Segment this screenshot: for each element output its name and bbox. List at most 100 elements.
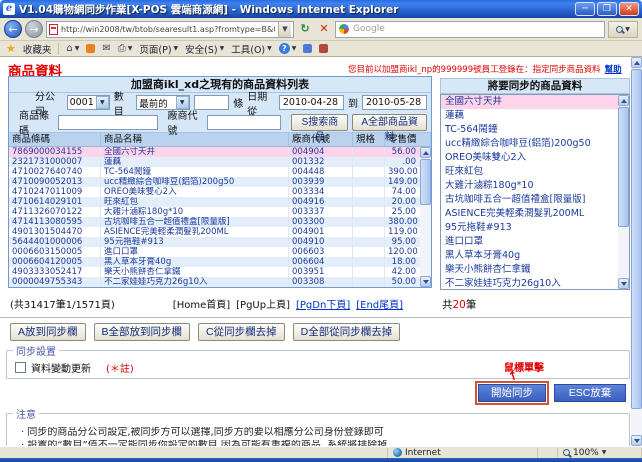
vendor-input[interactable]	[207, 115, 282, 130]
menu-page[interactable]: 页面(P)▼	[139, 42, 178, 56]
table-row[interactable]: 2321731000007蓮藕001332.00	[9, 157, 431, 167]
sync-list-item[interactable]: 95元拖鞋#913	[441, 221, 618, 235]
table-cell: 樂天小熊餅杏仁拿鐵	[101, 267, 289, 277]
table-row[interactable]: 0000049755343不二家娃娃巧克力26g10入00330850.00	[9, 277, 431, 287]
menu-safety[interactable]: 安全(S)▼	[185, 42, 224, 56]
table-cell: 古坑咖啡五合一超值禮盒[限量版]	[101, 217, 289, 227]
sync-list-item[interactable]: 不二家娃娃巧克力26g10入	[441, 277, 618, 290]
maximize-button[interactable]: ❐	[597, 2, 617, 16]
table-row[interactable]: 4901301504470ASIENCE完美輕柔潤髮乳200ML00490111…	[9, 227, 431, 237]
table-row[interactable]: 4903333052417樂天小熊餅杏仁拿鐵00395142.00	[9, 267, 431, 277]
page-scrollbar[interactable]	[631, 57, 642, 446]
search-dropdown-icon[interactable]: ▼	[625, 26, 630, 33]
table-cell	[353, 177, 385, 187]
filter-row-1: 分公司 0001▼ 數目 最前的▼ 條 日期從 2010-04-28 到 201…	[9, 93, 431, 112]
chevron-down-icon[interactable]: ▼	[96, 96, 109, 109]
sync-list[interactable]: 全國六寸天井蓮藕TC-564鬧鐘ucc精緻綜合咖啡豆(鋁箔)200g50OREO…	[440, 94, 630, 290]
search-button[interactable]: ▼	[608, 21, 638, 38]
table-cell: 旺來紅包	[101, 197, 289, 207]
zoom-dropdown-icon[interactable]: ▼	[602, 449, 607, 456]
page-end-link[interactable]: [End尾頁]	[356, 296, 403, 311]
sync-list-item[interactable]: OREO美味雙心2入	[441, 151, 618, 165]
table-cell: 004916	[289, 197, 353, 207]
date-to-input[interactable]: 2010-05-28	[362, 95, 427, 110]
sync-list-item[interactable]: 蓮藕	[441, 109, 618, 123]
sync-list-item[interactable]: 樂天小熊餅杏仁拿鐵	[441, 263, 618, 277]
product-list-title: 加盟商ikl_xd之現有的商品資料列表	[9, 77, 431, 93]
page-prev[interactable]: [PgUp上頁]	[236, 296, 290, 311]
page-home[interactable]: [Home首頁]	[173, 296, 230, 311]
remove-from-sync-button[interactable]: C從同步欄去掉	[198, 323, 285, 341]
sync-list-item[interactable]: ASIENCE完美輕柔潤髮乳200ML	[441, 207, 618, 221]
sync-list-item[interactable]: 大雞汁滷粽180g*10	[441, 179, 618, 193]
barcode-input[interactable]	[58, 115, 157, 130]
menu-tools[interactable]: 工具(O)▼	[231, 42, 272, 56]
ie-logo-icon: e	[3, 3, 15, 15]
data-update-checkbox[interactable]	[15, 362, 26, 373]
help-button[interactable]: ?▼	[279, 43, 297, 54]
stop-button[interactable]: ✕	[316, 21, 332, 38]
sync-list-item[interactable]: 古坑咖啡五合一超值禮盒[限量版]	[441, 193, 618, 207]
print-button[interactable]: ⎙▼	[118, 43, 133, 54]
close-button[interactable]: ✕	[619, 2, 639, 16]
table-row[interactable]: 0006604120005黑人草本牙膏40g00660418.00	[9, 257, 431, 267]
url-dropdown-icon[interactable]: ▼	[278, 22, 291, 37]
divider	[0, 317, 642, 318]
addon-icon[interactable]	[303, 44, 312, 53]
table-row[interactable]: 4710614029101旺來紅包00491620.00	[9, 197, 431, 207]
sync-list-item[interactable]: TC-564鬧鐘	[441, 123, 618, 137]
zoom-control[interactable]: 100% ▼	[558, 448, 642, 458]
table-row[interactable]: 4710247011009OREO美味雙心2入00333474.00	[9, 187, 431, 197]
home-button[interactable]: ⌂▼	[66, 43, 79, 54]
forward-button[interactable]: →	[25, 20, 43, 38]
table-cell: 4711326070122	[9, 207, 101, 217]
minimize-button[interactable]: ─	[575, 2, 595, 16]
table-row[interactable]: 4710027640740TC-564鬧鐘004448390.00	[9, 167, 431, 177]
table-row[interactable]: 4711326070122大雞汁滷粽180g*1000333725.00	[9, 207, 431, 217]
table-cell: 進口口罩	[101, 247, 289, 257]
sync-list-item[interactable]: ucc精緻綜合咖啡豆(鋁箔)200g50	[441, 137, 618, 151]
sync-list-item[interactable]: 黑人草本牙膏40g	[441, 249, 618, 263]
table-row[interactable]: 4710090052013ucc精緻綜合咖啡豆(鋁箔)200g500039391…	[9, 177, 431, 187]
scroll-up-icon[interactable]	[618, 95, 629, 106]
url-field[interactable]: http://win2008/tw/btob/searesult1.asp?fr…	[46, 21, 294, 38]
sync-list-item[interactable]: 進口口罩	[441, 235, 618, 249]
table-row[interactable]: 0006603150005進口口罩006603120.00	[9, 247, 431, 257]
branch-select[interactable]: 0001▼	[67, 95, 110, 110]
home-icon: ⌂	[66, 43, 72, 54]
table-scrollbar[interactable]	[420, 147, 431, 287]
page-next-link[interactable]: [PgDn下頁]	[296, 296, 350, 311]
scrollbar-thumb[interactable]	[420, 159, 431, 205]
scroll-down-icon[interactable]	[618, 278, 629, 289]
table-row[interactable]: 7869000034155全國六寸天井00490456.00	[9, 147, 431, 157]
scrollbar-thumb[interactable]	[618, 107, 629, 227]
search-products-button[interactable]: S搜索商品	[291, 114, 348, 131]
mail-icon[interactable]: ✉	[102, 43, 110, 54]
esc-cancel-button[interactable]: ESC放棄	[554, 384, 626, 402]
scrollbar-thumb[interactable]	[631, 69, 642, 409]
remove-all-from-sync-button[interactable]: D全部從同步欄去掉	[293, 323, 401, 341]
help-link[interactable]: 幫助	[605, 65, 622, 75]
table-row[interactable]: 4714113080595古坑咖啡五合一超值禮盒[限量版]003300380.0…	[9, 217, 431, 227]
start-sync-button[interactable]: 開始同步	[478, 384, 546, 402]
scroll-up-icon[interactable]	[631, 57, 642, 68]
sync-list-item[interactable]: 旺來紅包	[441, 165, 618, 179]
addon-icon[interactable]	[319, 44, 328, 53]
back-button[interactable]: ←	[4, 20, 22, 38]
scroll-up-icon[interactable]	[420, 147, 431, 158]
search-input[interactable]: Google	[335, 21, 605, 38]
rss-icon[interactable]	[86, 44, 95, 53]
all-products-button[interactable]: A全部商品資料	[352, 114, 427, 131]
refresh-button[interactable]: ↻	[297, 21, 313, 38]
sync-list-scrollbar[interactable]	[618, 95, 629, 289]
scroll-down-icon[interactable]	[631, 435, 642, 446]
table-row[interactable]: 564440100000695元拖鞋#91300491095.00	[9, 237, 431, 247]
sync-list-item[interactable]: 全國六寸天井	[441, 95, 618, 109]
favorites-star-icon[interactable]: ★	[6, 42, 16, 55]
add-to-sync-button[interactable]: A放到同步欄	[10, 323, 86, 341]
add-all-to-sync-button[interactable]: B全部放到同步欄	[94, 323, 191, 341]
scroll-down-icon[interactable]	[420, 276, 431, 287]
url-text[interactable]: http://win2008/tw/btob/searesult1.asp?fr…	[61, 25, 275, 34]
date-from-input[interactable]: 2010-04-28	[279, 95, 344, 110]
favorites-label[interactable]: 收藏夹	[23, 42, 52, 56]
